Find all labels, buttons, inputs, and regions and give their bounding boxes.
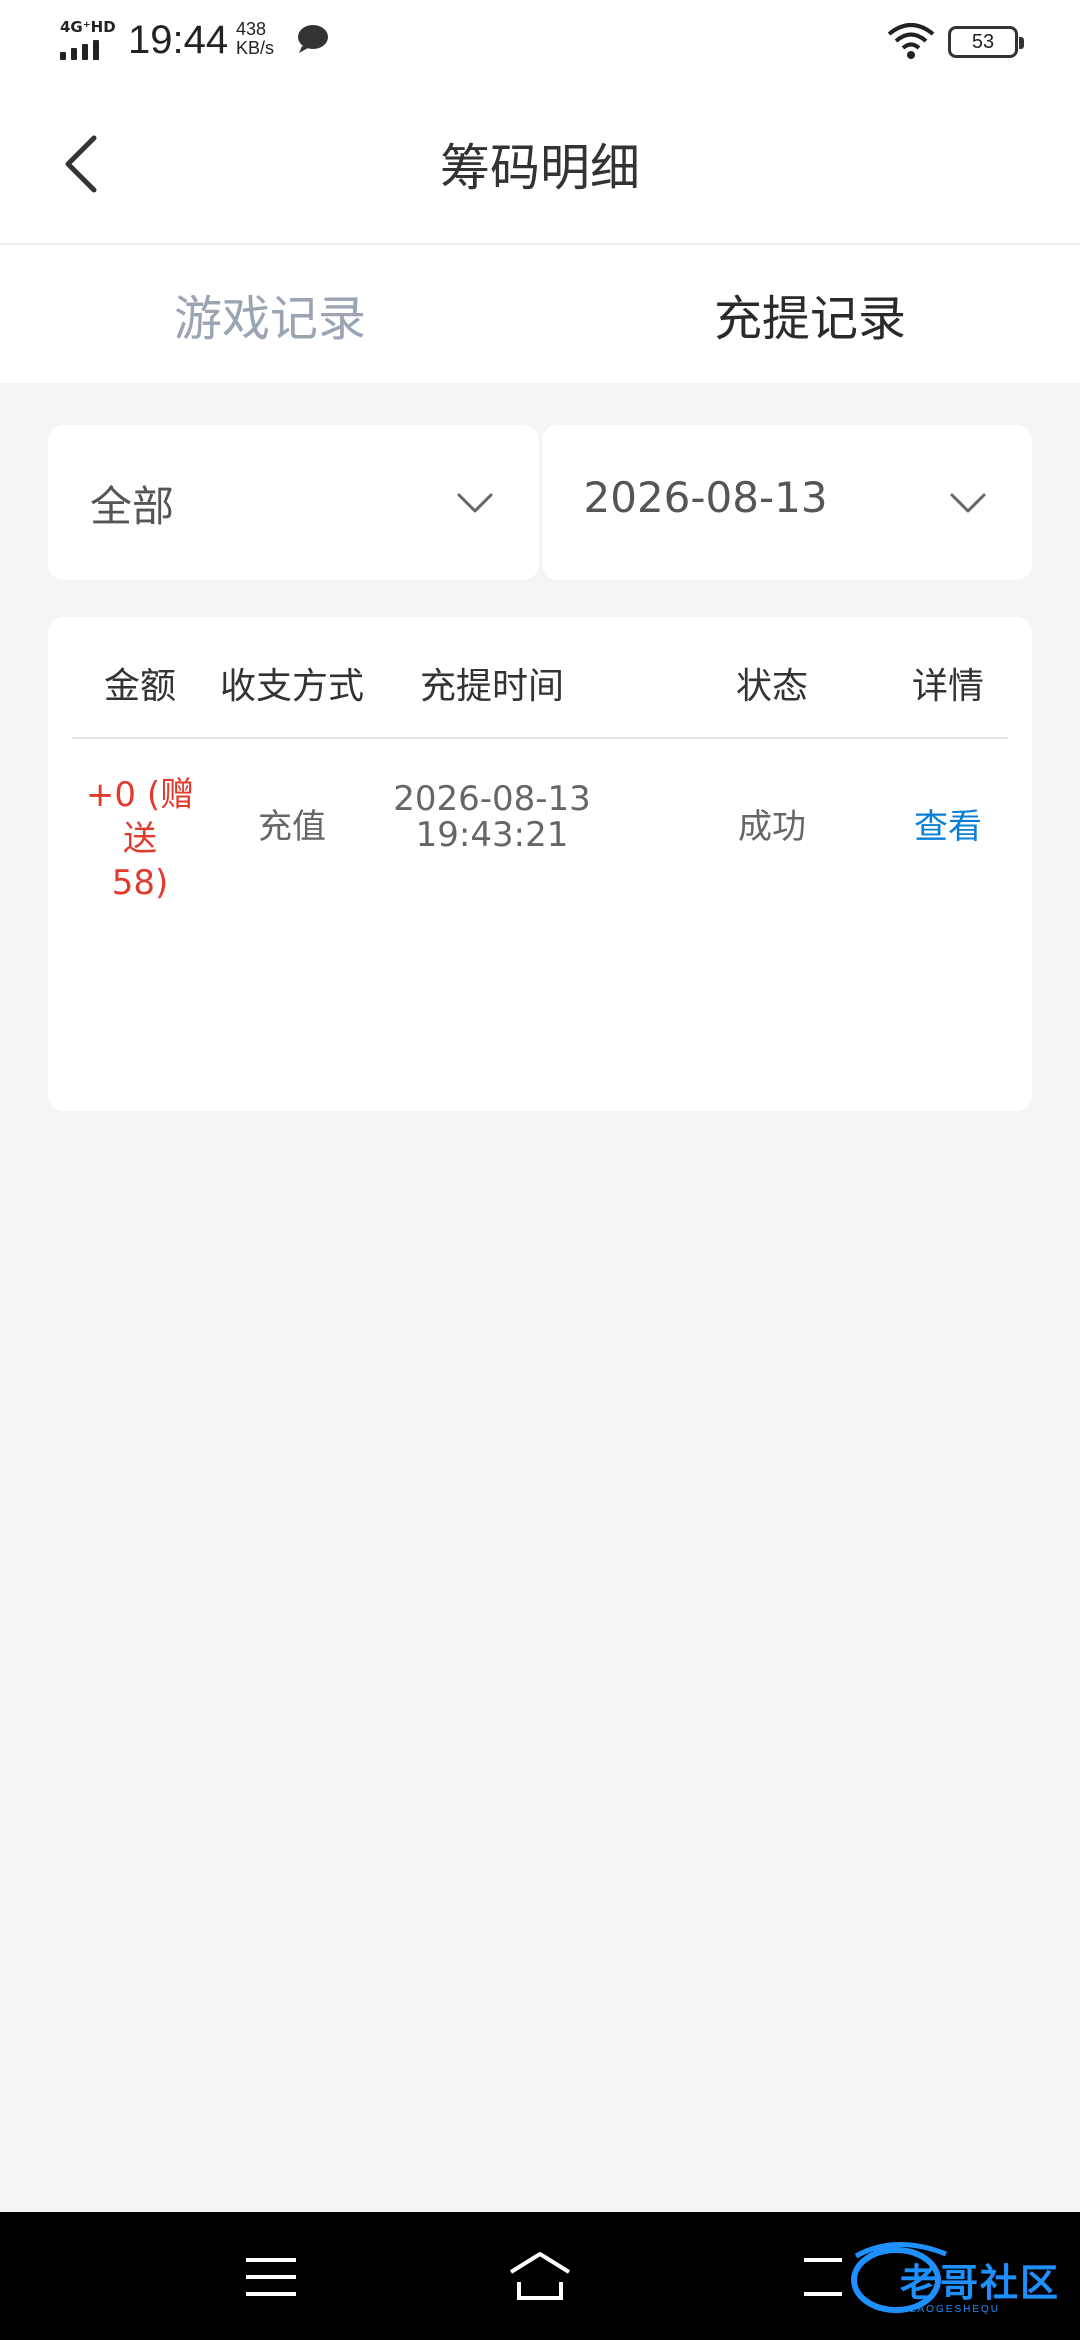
battery-icon: 53: [948, 26, 1024, 58]
record-time: 19:43:21: [415, 815, 569, 855]
chevron-down-icon: [457, 493, 492, 513]
record-date: 2026-08-13: [393, 779, 591, 819]
menu-icon[interactable]: [236, 2242, 306, 2312]
header-status: 状态: [735, 666, 808, 707]
record-tabs: 游戏记录 充提记录: [0, 245, 1080, 383]
header-detail: 详情: [911, 666, 984, 707]
amount-cell: +0 (赠送 58): [72, 773, 208, 905]
method-cell: 充值: [258, 807, 326, 847]
network-type: 4G⁺HD: [60, 18, 116, 36]
records-table-card: 金额 收支方式 充提时间 状态 详情 +0 (赠送 58) 充值 2026-08…: [48, 617, 1032, 1111]
speed-value: 438: [236, 19, 267, 39]
header-amount: 金额: [103, 666, 176, 707]
chat-bubble-icon: [298, 25, 328, 53]
amount-line-1: +0 (赠送: [85, 775, 195, 859]
view-detail-link[interactable]: 查看: [888, 799, 1008, 848]
speed-unit: KB/s: [236, 38, 275, 58]
app-header: 筹码明细: [0, 84, 1080, 244]
status-bar: 4G⁺HD 19:44 438 KB/s 53: [0, 0, 1080, 84]
date-filter-value: 2026-08-13: [583, 473, 828, 522]
filter-bar: 全部 2026-08-13: [48, 425, 1032, 580]
clock: 19:44: [128, 18, 229, 62]
type-filter-dropdown[interactable]: 全部: [48, 425, 539, 580]
watermark-subtext: LAOGESHEQU: [910, 2304, 1001, 2315]
tab-deposit-withdraw-records[interactable]: 充提记录: [540, 245, 1080, 383]
header-time: 充提时间: [419, 666, 564, 707]
table-row: +0 (赠送 58) 充值 2026-08-13 19:43:21 成功 查看: [72, 739, 1008, 907]
status-cell: 成功: [738, 807, 806, 847]
watermark-text: 老哥社区: [900, 2261, 1061, 2305]
signal-icon: [60, 40, 99, 60]
date-filter-dropdown[interactable]: 2026-08-13: [541, 425, 1032, 580]
system-nav-bar: 老哥社区 LAOGESHEQU: [0, 2212, 1080, 2340]
time-cell: 2026-08-13 19:43:21: [392, 781, 592, 853]
home-icon[interactable]: [505, 2242, 575, 2312]
wifi-icon: [887, 23, 935, 59]
table-header: 金额 收支方式 充提时间 状态 详情: [72, 617, 1008, 739]
page-title: 筹码明细: [440, 139, 640, 197]
type-filter-value: 全部: [90, 482, 175, 531]
chevron-down-icon: [950, 493, 986, 513]
tab-game-records[interactable]: 游戏记录: [0, 245, 540, 383]
network-speed: 438 KB/s: [236, 20, 274, 58]
amount-line-2: 58): [111, 863, 169, 903]
header-method: 收支方式: [219, 666, 364, 707]
